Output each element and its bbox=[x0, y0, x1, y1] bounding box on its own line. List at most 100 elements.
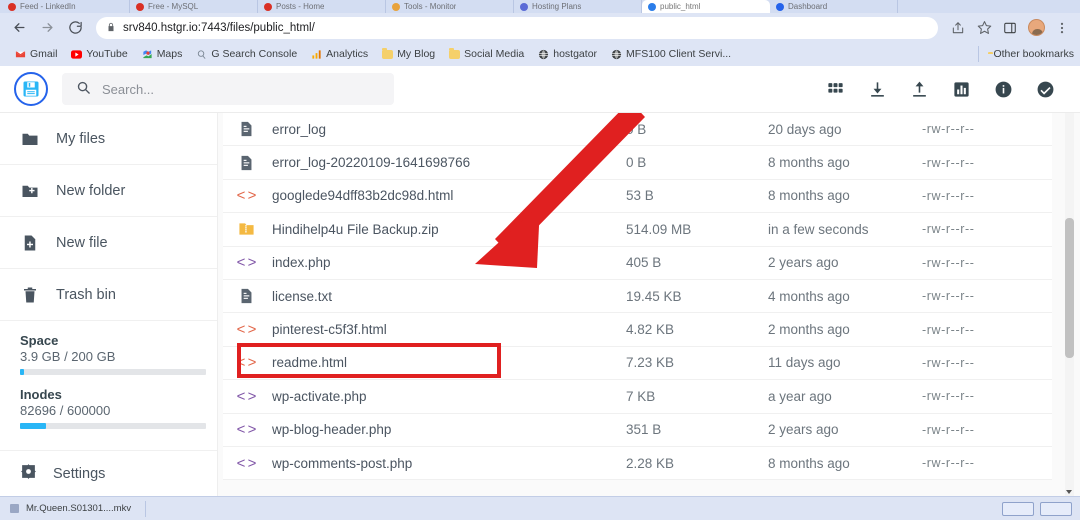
scroll-down-arrow-icon[interactable] bbox=[1066, 490, 1072, 494]
table-row[interactable]: license.txt 19.45 KB 4 months ago -rw-r-… bbox=[223, 279, 1052, 314]
table-row-highlighted[interactable]: Hindihelp4u File Backup.zip 514.09 MB in… bbox=[223, 213, 1052, 247]
header-actions bbox=[825, 79, 1066, 100]
browser-toolbar: srv840.hstgr.io:7443/files/public_html/ bbox=[0, 13, 1080, 42]
bookmark-label: Maps bbox=[156, 48, 183, 60]
sidebar-item-new-file[interactable]: New file bbox=[0, 217, 217, 269]
search-input[interactable] bbox=[102, 81, 380, 97]
tab-label: Feed - LinkedIn bbox=[20, 2, 76, 11]
file-permissions: -rw-r--r-- bbox=[922, 122, 975, 137]
code-icon: < > bbox=[236, 321, 257, 339]
tab-strip: Feed - LinkedIn Free - MySQL Posts - Hom… bbox=[0, 0, 1080, 13]
bookmark-item-social-media[interactable]: Social Media bbox=[442, 45, 531, 63]
bookmark-item-mfs100[interactable]: MFS100 Client Servi... bbox=[604, 45, 738, 63]
code-icon: < > bbox=[236, 454, 257, 472]
bookmark-item-gmail[interactable]: Gmail bbox=[8, 45, 64, 63]
browser-tab[interactable]: Posts - Home bbox=[258, 0, 386, 13]
tab-label: Dashboard bbox=[788, 2, 828, 11]
three-dot-menu-icon[interactable] bbox=[1052, 18, 1072, 38]
file-size: 0 B bbox=[626, 155, 647, 171]
download-item[interactable]: Mr.Queen.S01301....mkv bbox=[10, 500, 147, 517]
file-permissions: -rw-r--r-- bbox=[922, 456, 975, 471]
upload-icon[interactable] bbox=[909, 79, 930, 100]
file-list-scrollbar[interactable] bbox=[1065, 113, 1074, 496]
bookmark-item-maps[interactable]: Maps bbox=[135, 45, 190, 63]
file-size: 7.23 KB bbox=[626, 355, 675, 371]
download-close-button[interactable] bbox=[1040, 501, 1072, 516]
code-icon: < > bbox=[236, 254, 257, 272]
address-bar-url: srv840.hstgr.io:7443/files/public_html/ bbox=[123, 21, 315, 34]
file-size: 351 B bbox=[626, 422, 662, 438]
table-row[interactable]: < > googlede94dff83b2dc98d.html 53 B 8 m… bbox=[223, 179, 1052, 214]
table-row[interactable]: < > wp-activate.php 7 KB a year ago -rw-… bbox=[223, 380, 1052, 414]
file-list-inner: error_log 0 B 20 days ago -rw-r--r-- err… bbox=[223, 113, 1052, 481]
browser-tab[interactable]: Dashboard bbox=[770, 0, 898, 13]
gmail-icon bbox=[15, 49, 26, 60]
table-row[interactable]: error_log 0 B 20 days ago -rw-r--r-- bbox=[223, 113, 1052, 147]
stats-icon[interactable] bbox=[951, 79, 972, 100]
bookmark-item-analytics[interactable]: Analytics bbox=[304, 45, 375, 63]
table-row[interactable]: error_log-20220109-1641698766 0 B 8 mont… bbox=[223, 146, 1052, 180]
star-icon[interactable] bbox=[974, 18, 994, 38]
grid-view-icon[interactable] bbox=[825, 79, 846, 100]
inodes-value: 82696 / 600000 bbox=[20, 403, 111, 418]
file-modified: 8 months ago bbox=[768, 455, 850, 471]
app-header bbox=[0, 66, 1080, 113]
page-scrollbar[interactable] bbox=[1074, 113, 1080, 496]
tab-label: public_html bbox=[660, 2, 701, 11]
info-icon[interactable] bbox=[993, 79, 1014, 100]
tab-favicon bbox=[776, 2, 784, 11]
browser-tab[interactable]: Feed - LinkedIn bbox=[2, 0, 130, 13]
bookmark-item-search-console[interactable]: G Search Console bbox=[189, 45, 304, 63]
file-permissions: -rw-r--r-- bbox=[922, 422, 975, 437]
back-arrow-icon[interactable] bbox=[8, 17, 30, 39]
share-icon[interactable] bbox=[948, 18, 968, 38]
browser-tab[interactable]: Free - MySQL bbox=[130, 0, 258, 13]
code-icon: < > bbox=[236, 354, 257, 372]
download-bar: Mr.Queen.S01301....mkv bbox=[0, 496, 1080, 520]
table-row[interactable]: < > pinterest-c5f3f.html 4.82 KB 2 month… bbox=[223, 313, 1052, 347]
tab-favicon bbox=[8, 2, 16, 11]
file-name: readme.html bbox=[272, 355, 348, 371]
bookmark-label: Gmail bbox=[30, 48, 58, 60]
archive-icon bbox=[223, 220, 269, 238]
table-row[interactable]: < > wp-blog-header.php 351 B 2 years ago… bbox=[223, 413, 1052, 447]
bookmark-item-youtube[interactable]: YouTube bbox=[64, 45, 134, 63]
other-bookmarks-button[interactable]: Other bookmarks bbox=[978, 46, 1074, 62]
sidebar-item-new-folder[interactable]: New folder bbox=[0, 165, 217, 217]
file-modified: in a few seconds bbox=[768, 221, 869, 237]
download-icon[interactable] bbox=[867, 79, 888, 100]
usage-panel: Space 3.9 GB / 200 GB Inodes 82696 / 600… bbox=[0, 321, 217, 435]
sidebar-item-label: Trash bin bbox=[56, 286, 116, 303]
side-panel-icon[interactable] bbox=[1000, 18, 1020, 38]
file-modified: 8 months ago bbox=[768, 155, 850, 171]
bookmark-label: G Search Console bbox=[211, 48, 298, 60]
browser-tab-active[interactable]: public_html bbox=[642, 0, 770, 13]
forward-arrow-icon[interactable] bbox=[36, 17, 58, 39]
sidebar-item-my-files[interactable]: My files bbox=[0, 113, 217, 165]
search-bar[interactable] bbox=[62, 73, 394, 105]
download-show-all-button[interactable] bbox=[1002, 501, 1034, 516]
tab-favicon bbox=[136, 2, 144, 11]
file-permissions: -rw-r--r-- bbox=[922, 255, 975, 270]
file-modified: 20 days ago bbox=[768, 121, 842, 137]
bookmark-item-my-blog[interactable]: My Blog bbox=[375, 45, 442, 63]
browser-tab[interactable]: Hosting Plans bbox=[514, 0, 642, 13]
sidebar-item-settings[interactable]: Settings bbox=[0, 450, 217, 496]
document-icon bbox=[223, 120, 269, 138]
check-circle-icon[interactable] bbox=[1035, 79, 1056, 100]
sidebar-item-trash-bin[interactable]: Trash bin bbox=[0, 269, 217, 321]
address-bar[interactable]: srv840.hstgr.io:7443/files/public_html/ bbox=[96, 16, 938, 39]
reload-icon[interactable] bbox=[64, 17, 86, 39]
space-value: 3.9 GB / 200 GB bbox=[20, 349, 116, 364]
save-disk-logo-icon[interactable] bbox=[14, 72, 48, 106]
browser-tab[interactable]: Tools - Monitor bbox=[386, 0, 514, 13]
table-row[interactable]: < > index.php 405 B 2 years ago -rw-r--r… bbox=[223, 246, 1052, 280]
bookmark-item-hostgator[interactable]: hostgator bbox=[531, 45, 604, 63]
table-row[interactable]: < > wp-comments-post.php 2.28 KB 8 month… bbox=[223, 446, 1052, 481]
profile-avatar[interactable] bbox=[1026, 18, 1046, 38]
scrollbar-thumb[interactable] bbox=[1065, 218, 1074, 358]
file-name: pinterest-c5f3f.html bbox=[272, 322, 387, 338]
file-permissions: -rw-r--r-- bbox=[922, 188, 975, 203]
table-row[interactable]: < > readme.html 7.23 KB 11 days ago -rw-… bbox=[223, 346, 1052, 381]
download-item-label: Mr.Queen.S01301....mkv bbox=[26, 503, 132, 514]
